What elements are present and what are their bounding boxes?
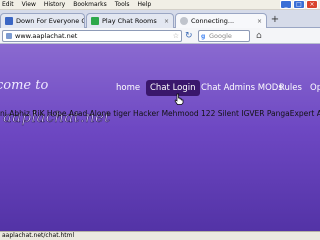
new-tab-button[interactable]: +	[270, 14, 280, 26]
close-tab-icon[interactable]: ×	[164, 18, 169, 25]
hand-cursor-icon	[174, 93, 184, 105]
url-bar[interactable]: www.aaplachat.net ☆	[2, 30, 182, 42]
site-identity-icon	[6, 33, 12, 39]
status-bar: aaplachat.net/chat.html	[0, 231, 320, 240]
page-content: come to aaplachat.net home Chat Login Ch…	[0, 44, 320, 231]
navigation-bar: www.aaplachat.net ☆ ↻ g Google ⌂	[0, 28, 320, 44]
url-text: www.aaplachat.net	[15, 32, 78, 40]
nav-options[interactable]: Op	[310, 80, 320, 96]
tab-label: Down For Everyone Or Just ...	[16, 17, 84, 25]
google-icon: g	[201, 33, 206, 40]
menu-bookmarks[interactable]: Bookmarks	[73, 0, 107, 10]
tab-strip: Down For Everyone Or Just ... × Play Cha…	[0, 10, 320, 28]
nav-rules[interactable]: Rules	[279, 80, 302, 96]
loading-spinner-icon	[180, 17, 188, 25]
close-window-button[interactable]: ×	[306, 0, 318, 9]
maximize-button[interactable]: □	[293, 0, 305, 9]
menu-bar: Edit View History Bookmarks Tools Help _…	[0, 0, 320, 10]
search-box[interactable]: g Google	[198, 30, 250, 42]
tab-favicon-icon	[5, 17, 13, 25]
menu-view[interactable]: View	[22, 0, 36, 10]
close-tab-icon[interactable]: ×	[257, 18, 262, 25]
minimize-button[interactable]: _	[280, 0, 292, 9]
menu-history[interactable]: History	[44, 0, 65, 10]
menu-help[interactable]: Help	[138, 0, 152, 10]
online-users-marquee: ni Abhiz RiK Hope Asad Alone tiger Hacke…	[0, 109, 320, 118]
tab-down-for-everyone[interactable]: Down For Everyone Or Just ... ×	[0, 13, 85, 28]
nav-home[interactable]: home	[116, 80, 140, 96]
reload-icon[interactable]: ↻	[185, 31, 193, 41]
home-icon[interactable]: ⌂	[256, 31, 262, 41]
site-nav: home Chat Login Chat Admins MODs Rules O…	[0, 80, 320, 96]
tab-play-chat-rooms[interactable]: Play Chat Rooms ×	[86, 13, 174, 28]
bookmark-star-icon[interactable]: ☆	[173, 31, 179, 41]
tab-favicon-icon	[91, 17, 99, 25]
search-placeholder: Google	[209, 32, 232, 40]
menu-tools[interactable]: Tools	[115, 0, 130, 10]
menu-edit[interactable]: Edit	[2, 0, 14, 10]
tab-connecting[interactable]: Connecting... ×	[175, 13, 267, 28]
tab-label: Play Chat Rooms	[102, 17, 157, 25]
nav-chat-login[interactable]: Chat Login	[146, 80, 200, 96]
tab-label: Connecting...	[191, 17, 235, 25]
window-controls: _ □ ×	[280, 0, 318, 9]
nav-chat-admins-mods[interactable]: Chat Admins MODs	[201, 80, 283, 96]
